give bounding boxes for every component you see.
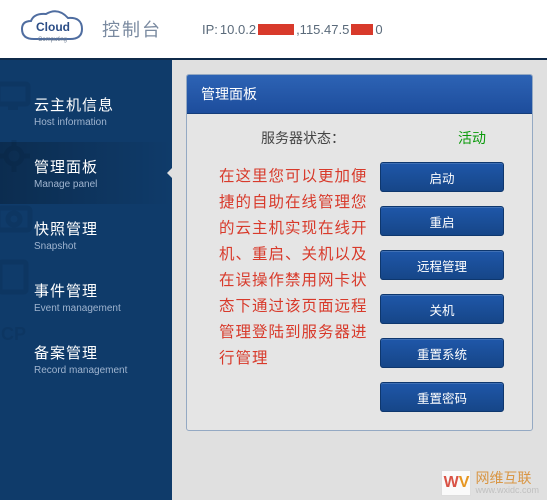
ip-redacted-b [351, 24, 373, 35]
reset-system-button[interactable]: 重置系统 [380, 338, 504, 368]
sidebar-item-record-mgmt[interactable]: 备案管理 Record management [0, 328, 172, 390]
sidebar-item-sublabel: Manage panel [34, 179, 162, 190]
ip-part-3: 0 [375, 22, 382, 37]
manage-panel: 管理面板 服务器状态： 活动 在这里您可以更加便捷的自助在线管理您的云主机实现在… [186, 74, 533, 431]
panel-description: 在这里您可以更加便捷的自助在线管理您的云主机实现在线开机、重启、关机以及在误操作… [207, 162, 380, 412]
sidebar-item-sublabel: Snapshot [34, 241, 162, 252]
ip-line: IP: 10.0.2 ,115.47.5 0 [202, 22, 383, 37]
ip-redacted-a [258, 24, 294, 35]
action-buttons: 启动 重启 远程管理 关机 重置系统 重置密码 [380, 162, 512, 412]
server-status-row: 服务器状态： 活动 [187, 128, 532, 148]
watermark: WV 网维互联 www.wxidc.com [441, 470, 539, 496]
sidebar-item-sublabel: Event management [34, 303, 162, 314]
panel-body: 服务器状态： 活动 在这里您可以更加便捷的自助在线管理您的云主机实现在线开机、重… [187, 114, 532, 430]
brand-top-text: Cloud [36, 20, 70, 34]
start-button[interactable]: 启动 [380, 162, 504, 192]
sidebar-item-label: 事件管理 [34, 280, 162, 301]
main-area: 云主机信息 Host information 管理面板 Manage panel… [0, 58, 547, 500]
sidebar-item-snapshot[interactable]: 快照管理 Snapshot [0, 204, 172, 266]
brand-sub-text: Computing [38, 37, 67, 43]
brand: Cloud Computing 控制台 [16, 9, 162, 49]
ip-part-1: 10.0.2 [220, 22, 256, 37]
watermark-line2: www.wxidc.com [475, 485, 539, 495]
ip-part-2: ,115.47.5 [296, 22, 349, 37]
sidebar-item-label: 管理面板 [34, 156, 162, 177]
remote-manage-button[interactable]: 远程管理 [380, 250, 504, 280]
content-area: 管理面板 服务器状态： 活动 在这里您可以更加便捷的自助在线管理您的云主机实现在… [172, 60, 547, 500]
ip-label: IP: [202, 22, 218, 37]
sidebar-item-sublabel: Record management [34, 365, 162, 376]
sidebar-item-manage-panel[interactable]: 管理面板 Manage panel [0, 142, 172, 204]
sidebar-item-event-mgmt[interactable]: 事件管理 Event management [0, 266, 172, 328]
sidebar: 云主机信息 Host information 管理面板 Manage panel… [0, 60, 172, 500]
reset-password-button[interactable]: 重置密码 [380, 382, 504, 412]
sidebar-item-label: 快照管理 [34, 218, 162, 239]
panel-title: 管理面板 [187, 75, 532, 114]
watermark-badge-icon: WV [441, 470, 471, 496]
sidebar-item-label: 云主机信息 [34, 94, 162, 115]
server-status-value: 活动 [458, 128, 486, 148]
cloud-logo-icon: Cloud Computing [16, 9, 94, 49]
shutdown-button[interactable]: 关机 [380, 294, 504, 324]
top-bar: Cloud Computing 控制台 IP: 10.0.2 ,115.47.5… [0, 0, 547, 58]
sidebar-item-sublabel: Host information [34, 117, 162, 128]
server-status-label: 服务器状态： [261, 128, 345, 148]
sidebar-item-label: 备案管理 [34, 342, 162, 363]
sidebar-item-host-info[interactable]: 云主机信息 Host information [0, 80, 172, 142]
watermark-line1: 网维互联 [475, 471, 539, 486]
app-title: 控制台 [102, 16, 162, 42]
restart-button[interactable]: 重启 [380, 206, 504, 236]
